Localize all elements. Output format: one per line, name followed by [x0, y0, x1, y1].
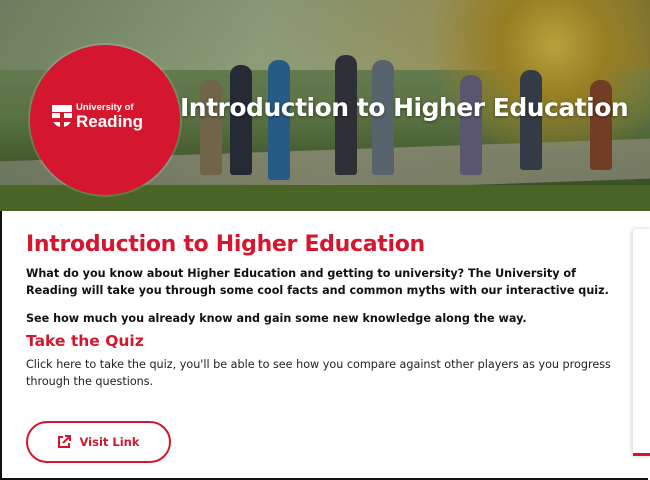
university-logo-badge: University of Reading: [30, 45, 180, 195]
page-title: Introduction to Higher Education: [26, 232, 425, 257]
main-content: Introduction to Higher Education What do…: [26, 232, 616, 390]
side-card: [633, 229, 650, 456]
intro-paragraph: What do you know about Higher Education …: [26, 267, 609, 298]
hero-banner: University of Reading Introduction to Hi…: [0, 0, 650, 211]
logo-line-2: Reading: [76, 111, 144, 131]
external-link-icon: [57, 435, 72, 449]
quiz-description: Click here to take the quiz, you'll be a…: [26, 357, 611, 389]
hero-title: Introduction to Higher Education: [180, 93, 629, 122]
visit-link-button[interactable]: Visit Link: [26, 421, 171, 463]
visit-link-label: Visit Link: [79, 435, 140, 449]
quiz-heading: Take the Quiz: [26, 331, 144, 350]
university-crest-icon: [52, 105, 72, 128]
intro-paragraph-2: See how much you already know and gain s…: [26, 311, 527, 325]
